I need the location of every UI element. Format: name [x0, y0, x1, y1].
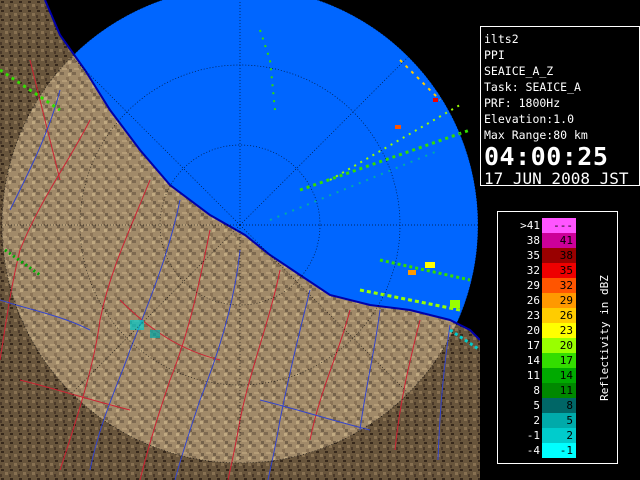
legend-label-high: 14 — [560, 369, 574, 382]
task-label: Task: SEAICE_A — [484, 80, 581, 94]
legend-label-low: 35 — [527, 249, 540, 262]
legend-label-high: -1 — [560, 444, 573, 457]
legend-label-high: 5 — [566, 414, 573, 427]
legend-label-high: 8 — [566, 399, 573, 412]
reflectivity-legend: >41 --- 38 41 35 38 32 35 29 32 26 29 23 26 20 23 17 20 14… — [497, 211, 618, 464]
product-name: SEAICE_A_Z — [484, 64, 554, 78]
legend-label-high: 38 — [560, 249, 573, 262]
legend-label-low: 29 — [527, 279, 540, 292]
product-type: PPI — [484, 48, 505, 62]
legend-label-high: 23 — [560, 324, 573, 337]
max-range-label: Max Range:80 km — [484, 128, 588, 142]
legend-label-low: -4 — [527, 444, 541, 457]
scan-date: 17 JUN 2008 JST — [484, 169, 629, 188]
prf-label: PRF: 1800Hz — [484, 96, 561, 110]
legend-title: Reflectivity in dBZ — [598, 275, 611, 401]
info-panel: ilts2 PPI SEAICE_A_Z Task: SEAICE_A PRF:… — [480, 26, 640, 188]
legend-label-high: 20 — [560, 339, 573, 352]
scan-time: 04:00:25 — [484, 142, 609, 171]
legend-label-low: 8 — [533, 384, 540, 397]
legend-label-high: 26 — [560, 309, 573, 322]
radar-ppi-map — [0, 0, 480, 480]
legend-label-low: 20 — [527, 324, 540, 337]
legend-label-low: 2 — [533, 414, 540, 427]
legend-label-low: >41 — [520, 219, 540, 232]
legend-label-low: 23 — [527, 309, 540, 322]
legend-label-low: 5 — [533, 399, 540, 412]
station-name: ilts2 — [484, 32, 519, 46]
legend-label-low: 32 — [527, 264, 540, 277]
legend-label-low: 26 — [527, 294, 540, 307]
legend-label-low: 17 — [527, 339, 540, 352]
legend-label-low: -1 — [527, 429, 540, 442]
legend-label-high: 2 — [566, 429, 573, 442]
legend-label-low: 14 — [527, 354, 541, 367]
legend-label-low: 38 — [527, 234, 540, 247]
legend-label-high: --- — [553, 219, 573, 232]
legend-label-high: 35 — [560, 264, 573, 277]
legend-label-high: 17 — [560, 354, 573, 367]
legend-label-high: 11 — [560, 384, 573, 397]
legend-label-high: 41 — [560, 234, 573, 247]
legend-label-high: 29 — [560, 294, 573, 307]
legend-label-low: 11 — [527, 369, 540, 382]
legend-label-high: 32 — [560, 279, 573, 292]
legend-scale: >41 --- 38 41 35 38 32 35 29 32 26 29 23 26 20 23 17 20 14… — [520, 218, 611, 458]
elevation-label: Elevation:1.0 — [484, 112, 575, 126]
